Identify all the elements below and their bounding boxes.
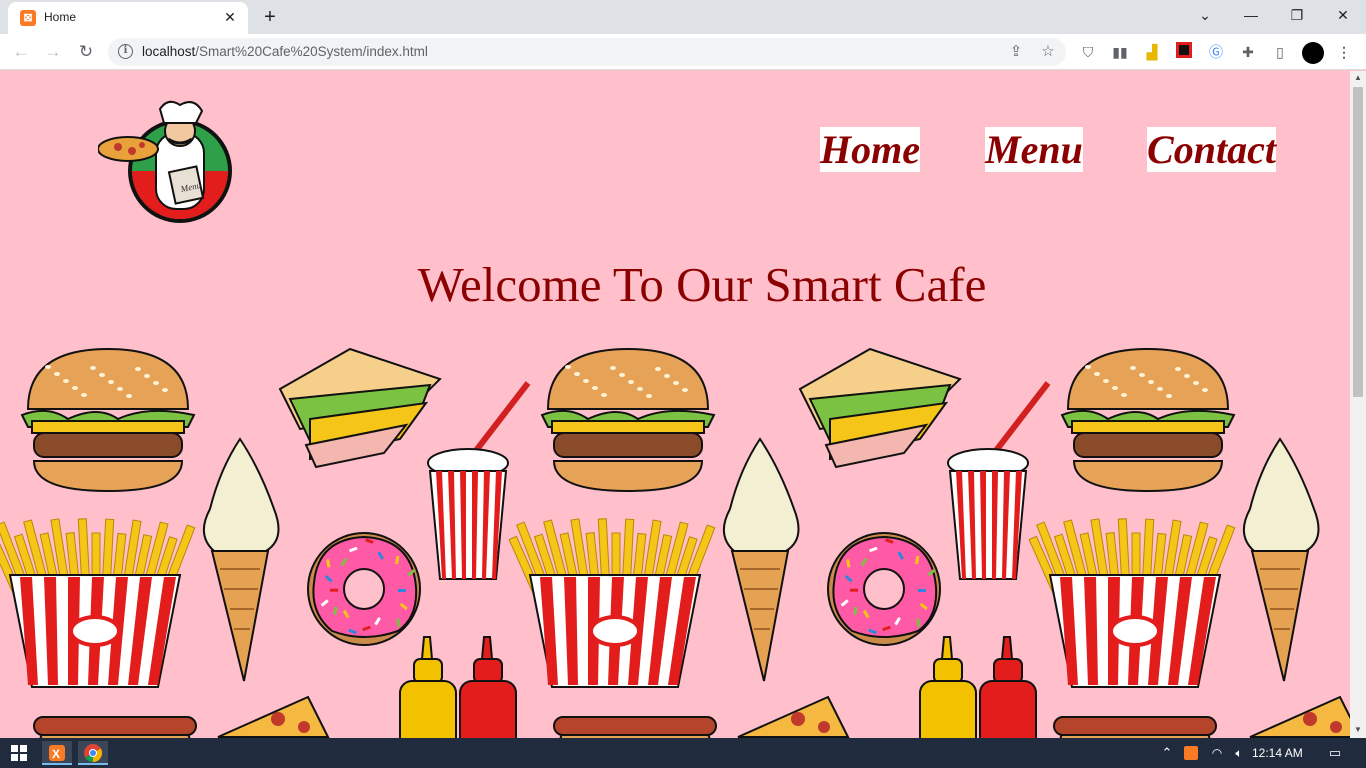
french-fries: [0, 518, 196, 688]
browser-toolbar: ← → ↻ i localhost/Smart%20Cafe%20System/…: [0, 34, 1366, 70]
xampp-favicon-icon: ⊠: [20, 10, 36, 26]
nav-contact-link[interactable]: Contact: [1147, 127, 1276, 172]
forward-arrow-icon[interactable]: →: [41, 40, 65, 64]
site-info-icon[interactable]: i: [118, 44, 133, 59]
hot-dog: [1053, 716, 1217, 738]
pizza-slice: [1249, 695, 1350, 738]
french-fries: [508, 518, 716, 688]
taskbar-clock[interactable]: 12:14 AM: [1252, 746, 1303, 760]
page-heading: Welcome To Our Smart Cafe: [417, 257, 987, 312]
shield-extension-icon[interactable]: ⛉: [1078, 42, 1098, 62]
share-icon[interactable]: ⇪: [1006, 42, 1026, 62]
tab-title: Home: [44, 10, 77, 24]
scroll-down-arrow-icon[interactable]: ▼: [1350, 723, 1366, 737]
tab-close-icon[interactable]: ✕: [220, 7, 240, 27]
hot-dog: [33, 716, 197, 738]
url-text[interactable]: localhost/Smart%20Cafe%20System/index.ht…: [142, 44, 428, 59]
new-tab-button[interactable]: +: [258, 6, 282, 28]
side-panel-icon[interactable]: ▯: [1270, 42, 1290, 62]
pizza-slice: [217, 695, 330, 738]
restore-icon[interactable]: ❐: [1274, 4, 1320, 30]
volume-icon[interactable]: 🔈︎: [1224, 741, 1254, 765]
chrome-taskbar-icon[interactable]: [78, 741, 108, 765]
red-extension-icon[interactable]: [1174, 42, 1194, 62]
vertical-scrollbar[interactable]: ▲ ▼: [1350, 71, 1366, 738]
mustard-bottle: [919, 636, 977, 738]
windows-taskbar: X ⌃ ◠ 🔈︎ 12:14 AM ▭: [0, 738, 1366, 768]
pizza-slice: [737, 695, 850, 738]
ice-cream-cone: [1243, 437, 1320, 682]
hot-dog: [553, 716, 717, 738]
windows-start-icon[interactable]: [4, 741, 34, 765]
bars-extension-icon[interactable]: ▮▮: [1110, 42, 1130, 62]
page-viewport: Menu Home Menu Contact Welcome To Our Sm…: [0, 71, 1350, 738]
ketchup-bottle: [979, 636, 1037, 738]
nav-menu-link[interactable]: Menu: [985, 127, 1083, 172]
french-fries: [1028, 518, 1236, 688]
donut: [307, 532, 421, 646]
burger: [20, 347, 196, 493]
close-icon[interactable]: ✕: [1320, 4, 1366, 30]
address-bar[interactable]: i localhost/Smart%20Cafe%20System/index.…: [108, 38, 1066, 66]
chef-pizza-logo[interactable]: Menu: [98, 99, 236, 227]
scrollbar-thumb[interactable]: [1353, 87, 1363, 397]
soda-cup: [427, 381, 531, 580]
mustard-bottle: [399, 636, 457, 738]
soda-cup: [947, 381, 1051, 580]
xampp-taskbar-icon[interactable]: X: [42, 741, 72, 765]
sandwich: [278, 347, 442, 469]
donut: [827, 532, 941, 646]
tab-search-chevron-icon[interactable]: ⌄: [1182, 4, 1228, 30]
ketchup-bottle: [459, 636, 517, 738]
scroll-up-arrow-icon[interactable]: ▲: [1350, 71, 1366, 85]
burger: [1060, 347, 1236, 493]
bookmark-star-icon[interactable]: ☆: [1038, 42, 1058, 62]
chart-extension-icon[interactable]: ▟: [1142, 42, 1162, 62]
minimize-icon[interactable]: —: [1228, 4, 1274, 30]
notification-icon[interactable]: ▭: [1320, 741, 1350, 765]
reload-icon[interactable]: ↻: [74, 40, 98, 64]
screen: ⊠ Home ✕ + ⌄ — ❐ ✕ ← → ↻ i localhost/Sma…: [0, 0, 1366, 768]
ice-cream-cone: [723, 437, 800, 682]
nav-home-link[interactable]: Home: [820, 127, 920, 172]
translate-extension-icon[interactable]: Ⓖ: [1206, 42, 1226, 62]
tab-strip: ⊠ Home ✕ + ⌄ — ❐ ✕: [0, 0, 1366, 34]
burger: [540, 347, 716, 493]
ice-cream-cone: [203, 437, 280, 682]
browser-menu-icon[interactable]: ⋮: [1334, 42, 1354, 62]
sandwich: [798, 347, 962, 469]
back-arrow-icon[interactable]: ←: [9, 40, 33, 64]
puzzle-icon[interactable]: ✚: [1238, 42, 1258, 62]
browser-tab[interactable]: ⊠ Home ✕: [8, 2, 248, 34]
profile-avatar[interactable]: [1302, 42, 1324, 64]
svg-text:X: X: [52, 747, 60, 761]
